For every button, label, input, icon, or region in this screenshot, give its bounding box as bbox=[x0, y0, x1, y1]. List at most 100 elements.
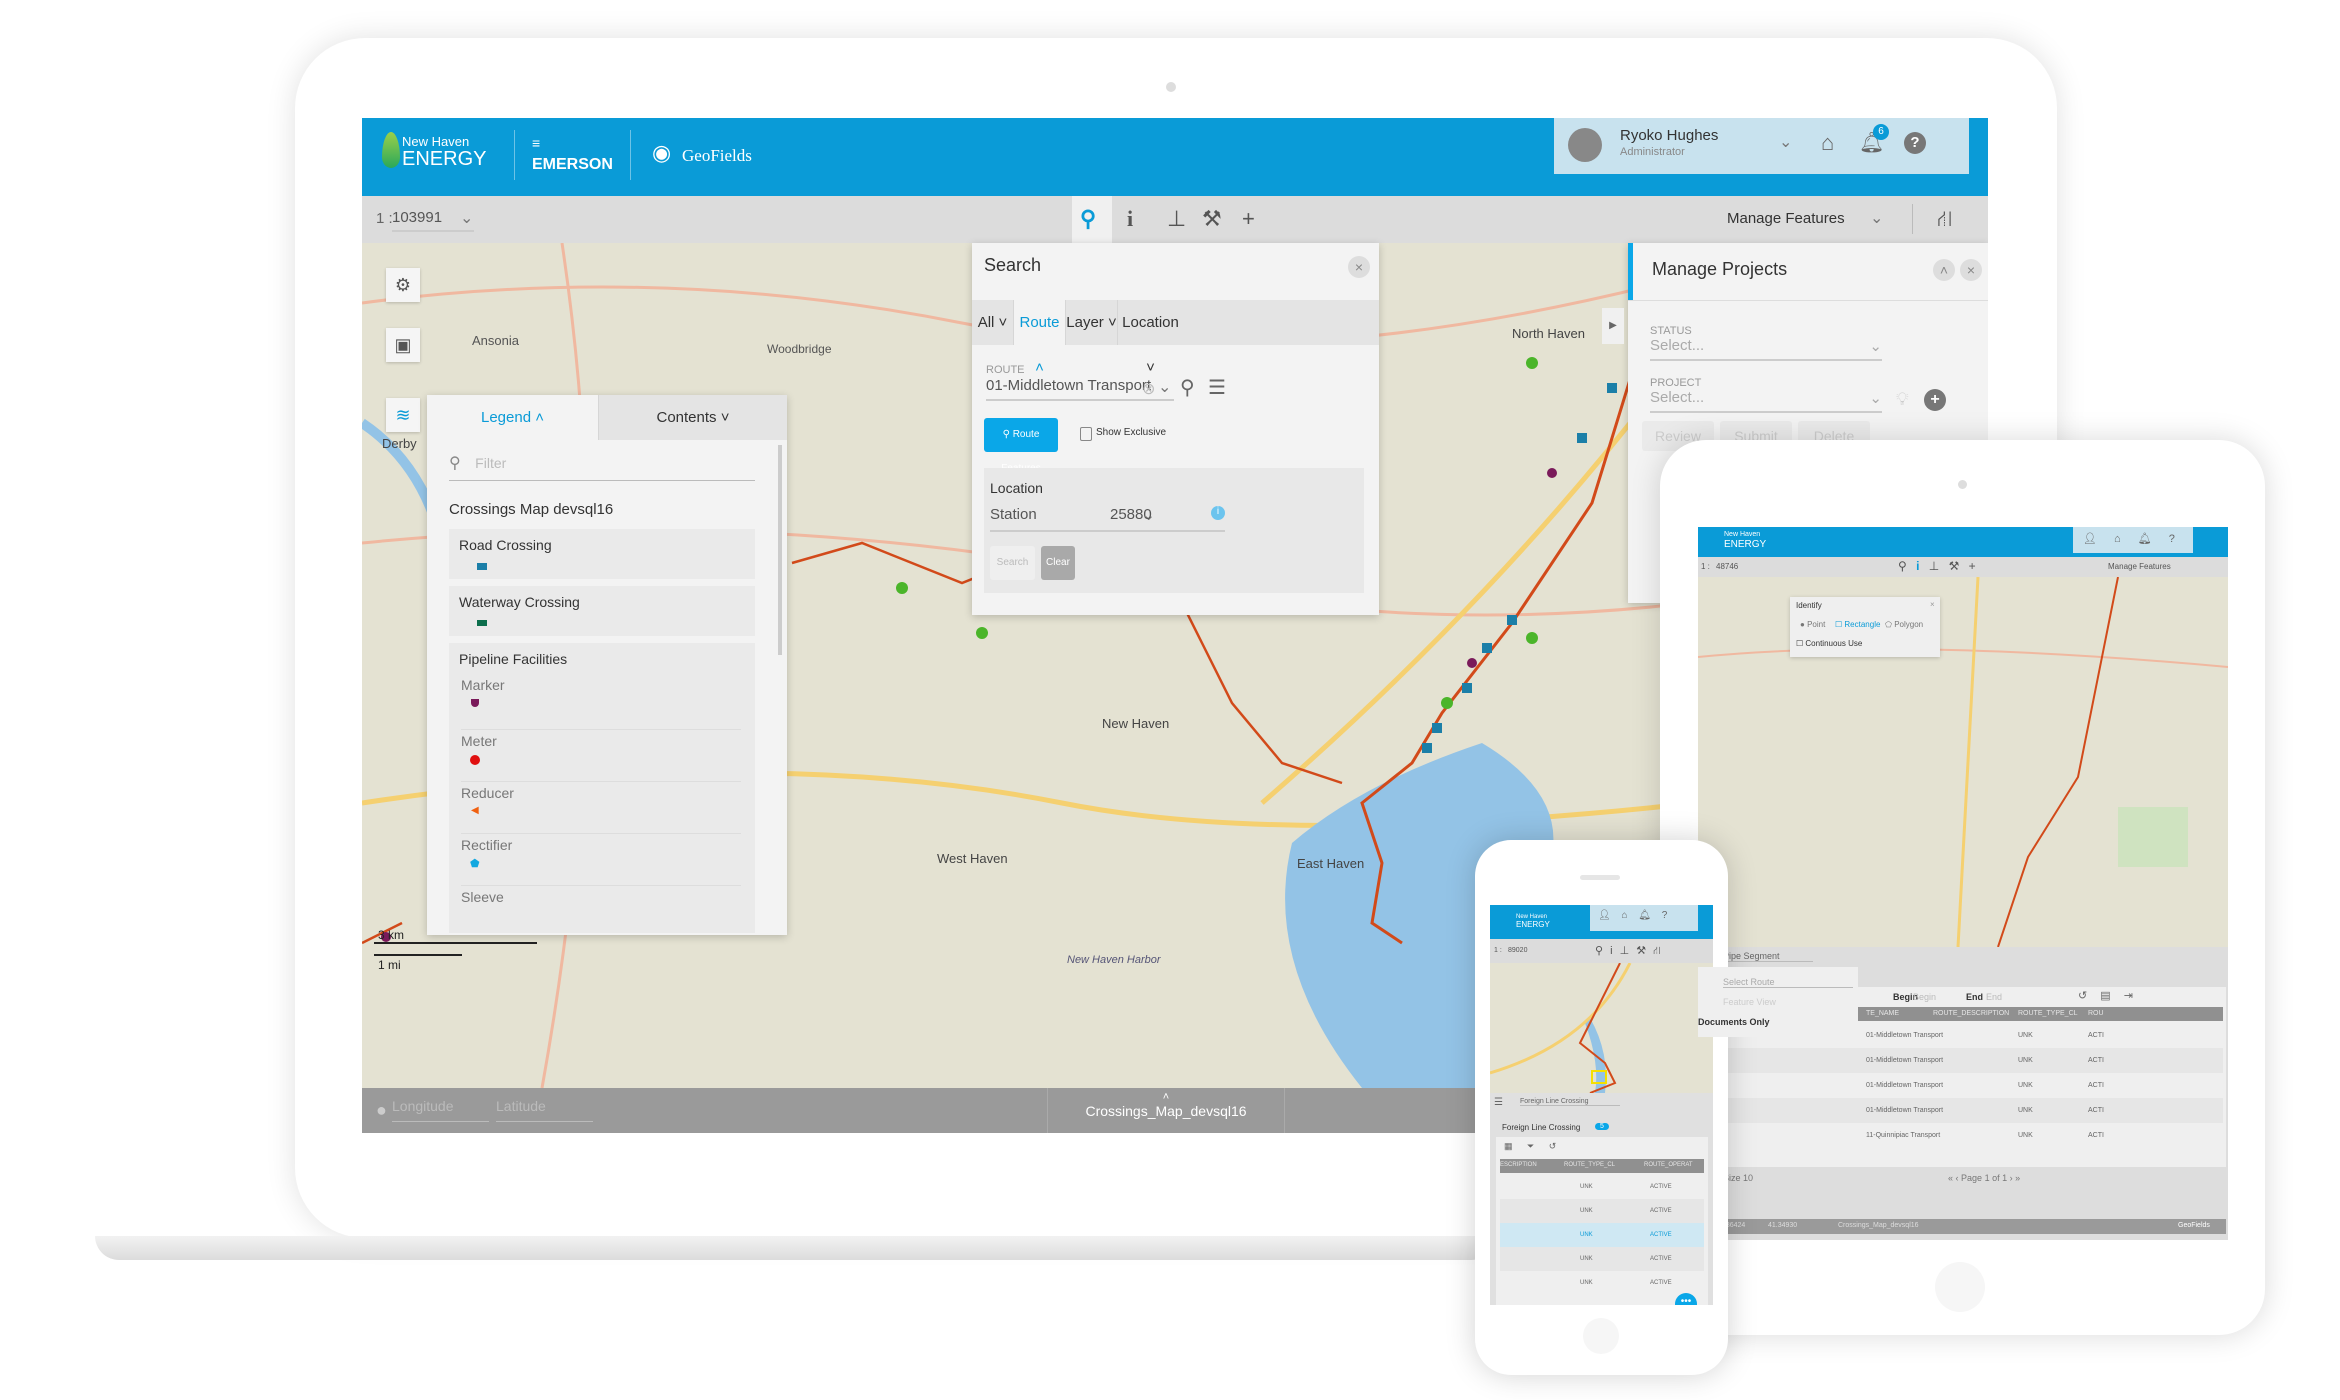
identify-point[interactable]: ● Point bbox=[1800, 620, 1825, 629]
pin-icon[interactable]: ⊥ bbox=[1167, 206, 1186, 232]
list-icon[interactable]: ☰ bbox=[1208, 375, 1226, 400]
documents-only[interactable]: Documents Only bbox=[1698, 1017, 1770, 1027]
table-cell: UNK bbox=[1580, 1184, 1593, 1190]
select-route[interactable]: Select Route bbox=[1723, 977, 1853, 988]
end-input[interactable]: End bbox=[1986, 992, 2002, 1002]
scale-prefix: 1 : bbox=[376, 210, 393, 227]
tablet-screen: New Haven ENERGY 👤︎ ⌂ 🔔︎ ? 1 : 48746 ⚲ i… bbox=[1698, 527, 2228, 1240]
location-value-input[interactable]: 25880 i bbox=[1110, 506, 1225, 532]
tab-legend[interactable]: Legend ˄ bbox=[427, 395, 599, 440]
road-crossing-symbol bbox=[477, 563, 487, 570]
table-row[interactable]: 11-Quinnipiac Transport UNK ACTI bbox=[1698, 1123, 2223, 1148]
add-project-icon[interactable]: + bbox=[1924, 389, 1946, 411]
lightbulb-icon[interactable]: 💡︎ bbox=[1896, 389, 1909, 410]
laptop-base bbox=[95, 1236, 1495, 1260]
page-size[interactable]: 10 bbox=[1743, 1173, 1753, 1183]
scale-km: 3 km bbox=[378, 928, 404, 942]
latitude-input[interactable]: Latitude bbox=[496, 1098, 593, 1122]
tablet-camera bbox=[1958, 480, 1967, 489]
table-row[interactable]: UNK ACTIVE bbox=[1500, 1271, 1704, 1295]
zoom-to-route-icon[interactable]: ⚲ bbox=[1180, 375, 1195, 400]
tablet-scale-select[interactable]: 48746 bbox=[1716, 562, 1738, 571]
phone-layer-select[interactable]: Foreign Line Crossing bbox=[1520, 1098, 1620, 1106]
table-row[interactable]: 01-Middletown Transport UNK ACTI bbox=[1698, 1048, 2223, 1073]
feature-view[interactable]: Feature View bbox=[1723, 997, 1853, 1007]
waterway-crossing-symbol bbox=[477, 620, 487, 626]
panel-toggle-icon[interactable]: ▶ bbox=[1602, 308, 1624, 344]
table-cell: ACTIVE bbox=[1650, 1256, 1672, 1262]
tab-contents[interactable]: Contents ˅ bbox=[599, 395, 787, 440]
plus-icon[interactable]: + bbox=[1242, 206, 1255, 232]
longitude-input[interactable]: Longitude bbox=[392, 1098, 489, 1122]
close-icon[interactable]: × bbox=[1960, 259, 1982, 281]
tablet-tools[interactable]: ⚲ i ⊥ ⚒ + bbox=[1898, 559, 1976, 573]
table-cell: ACTI bbox=[2088, 1032, 2104, 1039]
status-select[interactable]: Select... ⌄ bbox=[1650, 337, 1882, 361]
project-select[interactable]: Select... ⌄ bbox=[1650, 389, 1882, 413]
tablet-manage-features[interactable]: Manage Features bbox=[2108, 562, 2171, 571]
search-panel: Search × All ˅ Route ˄ Layer ˅ Location … bbox=[972, 243, 1379, 615]
map-label: North Haven bbox=[1512, 326, 1585, 341]
table-row[interactable]: UNK ACTIVE bbox=[1500, 1199, 1704, 1223]
identify-polygon[interactable]: ⬠ Polygon bbox=[1885, 620, 1923, 629]
legend-filter-input[interactable]: ⚲ Filter bbox=[449, 453, 755, 481]
phone-user-icons[interactable]: 👤︎ ⌂ 🔔︎ ? bbox=[1590, 905, 1698, 931]
emerson-logo-icon: ≡ bbox=[532, 135, 541, 151]
home-icon[interactable]: ⌂ bbox=[1821, 130, 1834, 156]
route-features-button[interactable]: ⚲ Route Features bbox=[984, 418, 1058, 474]
pagination[interactable]: « ‹ Page 1 of 1 › » bbox=[1948, 1173, 2020, 1183]
legend-group: Waterway Crossing bbox=[449, 586, 755, 636]
help-icon[interactable]: ? bbox=[1904, 132, 1926, 154]
phone-table-actions[interactable]: ▦ ⏷ ↺ bbox=[1504, 1141, 1556, 1152]
clear-button[interactable]: Clear bbox=[1041, 546, 1075, 580]
info-icon[interactable]: i bbox=[1127, 206, 1133, 232]
tablet-map[interactable] bbox=[1698, 577, 2228, 947]
close-icon[interactable]: × bbox=[1348, 256, 1370, 278]
count-badge: 5 bbox=[1595, 1123, 1609, 1130]
begin-input[interactable]: Begin bbox=[1913, 992, 1936, 1002]
phone-scale-select[interactable]: 89020 bbox=[1508, 947, 1527, 954]
settings-icon[interactable]: ⚙ bbox=[386, 268, 420, 302]
table-actions[interactable]: ↺ ▤ ⇥ bbox=[2078, 989, 2133, 1002]
brand-energy: ENERGY bbox=[402, 148, 487, 170]
menu-icon[interactable]: ☰ bbox=[1494, 1097, 1503, 1108]
table-row[interactable]: UNK ACTIVE bbox=[1500, 1247, 1704, 1271]
collapse-icon[interactable]: ˄ bbox=[1933, 259, 1955, 281]
table-cell: UNK bbox=[1580, 1256, 1593, 1262]
map-name-toggle[interactable]: ˄ Crossings_Map_devsql16 bbox=[1047, 1088, 1285, 1133]
hammer-icon[interactable]: ⚒ bbox=[1202, 206, 1222, 232]
network-icon[interactable]: ⛙ bbox=[1937, 206, 1952, 235]
table-row[interactable]: 01-Middletown Transport UNK ACTI bbox=[1698, 1098, 2223, 1123]
show-exclusive-checkbox[interactable] bbox=[1080, 427, 1092, 441]
tab-all[interactable]: All ˅ bbox=[972, 300, 1014, 345]
manage-features-dropdown[interactable]: Manage Features bbox=[1727, 210, 1845, 227]
phone-map[interactable] bbox=[1490, 963, 1713, 1093]
tab-location[interactable]: Location ˅ bbox=[1118, 300, 1183, 376]
chevron-up-icon: ˄ bbox=[1162, 1091, 1170, 1103]
location-pin-icon: ● bbox=[376, 1100, 387, 1120]
continuous-use-checkbox[interactable]: ☐ Continuous Use bbox=[1796, 639, 1862, 648]
table-cell: UNK bbox=[2018, 1082, 2033, 1089]
user-menu[interactable]: Ryoko Hughes Administrator ⌄ bbox=[1554, 118, 1799, 174]
table-row[interactable]: UNK ACTIVE bbox=[1500, 1223, 1704, 1247]
identify-rectangle[interactable]: ☐ Rectangle bbox=[1835, 620, 1880, 629]
app-header: New Haven ENERGY ≡ EMERSON ◉ GeoFields R… bbox=[362, 118, 1988, 196]
table-row[interactable]: UNK ACTIVE bbox=[1500, 1175, 1704, 1199]
close-icon[interactable]: × bbox=[1930, 600, 1935, 609]
search-tabs: All ˅ Route ˄ Layer ˅ Location ˅ bbox=[972, 300, 1379, 376]
phone-toolbar: 1 : 89020 ⚲ i ⊥ ⚒ ⛙ bbox=[1490, 939, 1713, 963]
table-row[interactable]: 01-Middletown Transport UNK ACTI bbox=[1698, 1073, 2223, 1098]
tab-route[interactable]: Route ˄ bbox=[1014, 300, 1066, 376]
tablet-user-icons[interactable]: 👤︎ ⌂ 🔔︎ ? bbox=[2073, 527, 2193, 553]
clear-icon[interactable]: ⊗ bbox=[1142, 379, 1155, 399]
phone-speaker bbox=[1580, 875, 1620, 880]
basemap-icon[interactable]: ▣ bbox=[386, 328, 420, 362]
legend-scrollbar[interactable] bbox=[778, 445, 782, 655]
tab-layer[interactable]: Layer ˅ bbox=[1066, 300, 1118, 345]
table-cell: ACTI bbox=[2088, 1107, 2104, 1114]
phone-tools[interactable]: ⚲ i ⊥ ⚒ ⛙ bbox=[1595, 944, 1661, 959]
layers-icon[interactable]: ≋ bbox=[386, 398, 420, 432]
location-search-button[interactable]: Search bbox=[990, 546, 1035, 580]
tablet-layer-select[interactable]: Pipe Segment bbox=[1723, 951, 1813, 962]
search-icon[interactable]: ⚲ bbox=[1080, 206, 1096, 232]
